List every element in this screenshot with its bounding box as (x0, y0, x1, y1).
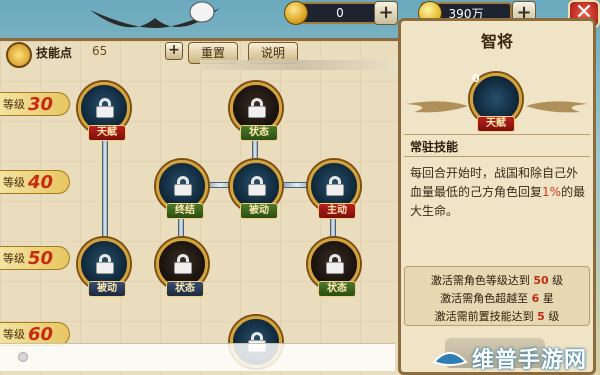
divider (404, 156, 590, 157)
watermark-logo-icon (432, 352, 468, 366)
lock-icon (174, 176, 192, 196)
add-skill-points-button[interactable]: + (165, 42, 183, 60)
coin-icon (284, 1, 308, 25)
add-coins-button[interactable]: + (374, 1, 398, 25)
node-label: 状态 (166, 281, 204, 297)
level-tag-50: 等级 50 (0, 246, 70, 270)
wing-ornament-icon (406, 101, 468, 113)
seagull-illustration (90, 1, 220, 28)
level-tag-30: 等级 30 (0, 92, 70, 116)
node-label: 被动 (240, 203, 278, 219)
coins-display: 0 (300, 2, 380, 24)
coins-value: 0 (336, 6, 344, 20)
node-label: 主动 (318, 203, 356, 219)
node-label: 天赋 (88, 125, 126, 141)
skill-points-label: 技能点 (36, 46, 73, 60)
tree-connector (102, 134, 108, 244)
section-label: 常驻技能 (410, 140, 459, 154)
wing-ornament-icon (526, 101, 588, 113)
skill-node-status[interactable]: 状态 (230, 82, 282, 141)
selected-skill-type: 天赋 (477, 116, 515, 132)
requirement-level: 激活需角色等级达到 50 级 (430, 274, 564, 287)
blurred-strip (200, 60, 400, 70)
lock-icon (326, 176, 344, 196)
requirement-prereq: 激活需前置技能达到 5 级 (434, 310, 560, 323)
lock-icon (248, 98, 266, 118)
lock-icon (96, 254, 114, 274)
lock-icon (248, 176, 266, 196)
skill-node-passive[interactable]: 被动 (230, 160, 282, 219)
skill-node-finisher[interactable]: 终结 (156, 160, 208, 219)
node-label: 状态 (318, 281, 356, 297)
skill-points-value: 65 (92, 44, 108, 58)
divider (404, 134, 590, 135)
chat-indicator-icon (18, 352, 28, 362)
level-tag-40: 等级 40 (0, 170, 70, 194)
skill-point-icon (6, 42, 32, 68)
watermark-text: 维普手游网 (472, 348, 588, 373)
skill-level: 0 (472, 72, 480, 85)
skill-node-talent[interactable]: 天赋 (78, 82, 130, 141)
lock-icon (96, 98, 114, 118)
chat-bar[interactable] (0, 343, 395, 371)
lock-icon (174, 254, 192, 274)
skill-node-status-3[interactable]: 状态 (308, 238, 360, 297)
node-label: 终结 (166, 203, 204, 219)
skill-node-active[interactable]: 主动 (308, 160, 360, 219)
skill-node-status-2[interactable]: 状态 (156, 238, 208, 297)
lock-icon (326, 254, 344, 274)
requirement-stars: 激活需角色超越至 6 星 (440, 292, 554, 305)
skill-node-passive-2[interactable]: 被动 (78, 238, 130, 297)
skill-name: 智将 (480, 32, 513, 51)
node-label: 状态 (240, 125, 278, 141)
skill-description: 每回合开始时，战国和除自己外血量最低的己方角色回复1%的最大生命。 (410, 166, 586, 218)
node-label: 被动 (88, 281, 126, 297)
